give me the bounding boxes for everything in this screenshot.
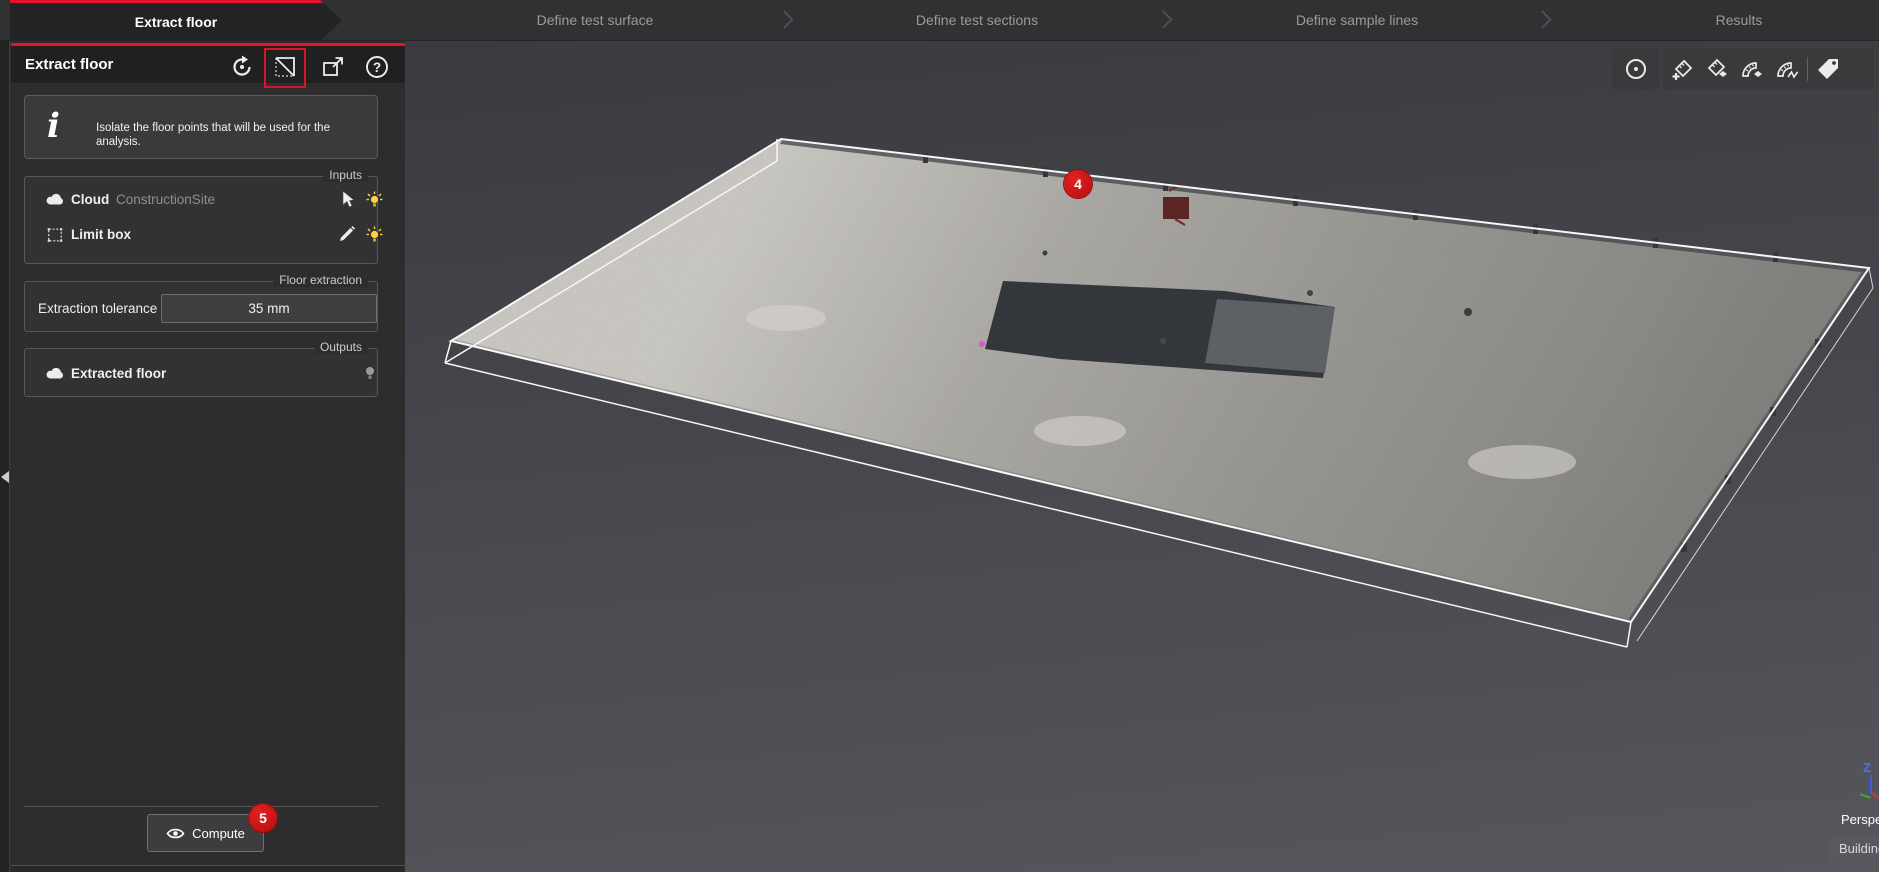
collapse-panel-icon[interactable] (1, 471, 9, 483)
tab-extract-floor[interactable]: Extract floor (10, 0, 342, 41)
cloud-icon (45, 365, 65, 381)
extracted-floor-label: Extracted floor (71, 366, 166, 381)
compute-button[interactable]: Compute (147, 814, 264, 852)
panel-header: Extract floor (11, 43, 405, 83)
site-dot (1464, 308, 1472, 316)
section-measurement-icon (1775, 56, 1801, 82)
tag-label-icon (1815, 56, 1841, 82)
floor-extraction-group: Floor extraction Extraction tolerance 35… (24, 281, 378, 332)
chevron-right-icon (1533, 10, 1551, 28)
angle-measurement-button[interactable] (1735, 48, 1770, 89)
help-icon: ? (364, 54, 390, 80)
workflow-bar: Extract floor Define test surface Define… (0, 0, 1879, 41)
tab-extract-floor-label: Extract floor (135, 14, 217, 30)
toolbar-divider (1807, 57, 1808, 81)
axis-z-line (1870, 775, 1872, 794)
chevron-right-icon (1154, 10, 1172, 28)
edit-limit-box-button[interactable] (338, 225, 356, 243)
info-text: Isolate the floor points that will be us… (96, 121, 372, 149)
extracted-floor-visibility-off-button[interactable] (361, 364, 379, 382)
tolerance-value: 35 mm (248, 301, 289, 316)
pick-cursor-button[interactable] (338, 190, 356, 208)
panel-collapse-strip[interactable] (0, 41, 10, 872)
extract-floor-panel: Extract floor (11, 41, 405, 872)
rectangular-limit-button[interactable] (269, 51, 301, 83)
limit-box-visibility-on-button[interactable] (365, 225, 383, 243)
cloud-icon (45, 191, 65, 207)
pencil-icon (338, 225, 356, 243)
bulb-on-icon (366, 226, 383, 243)
toolbar-target-segment (1612, 48, 1659, 89)
step-badge-5: 5 (249, 804, 277, 832)
divider (24, 806, 378, 807)
site-dot (1307, 290, 1313, 296)
floor-patch (1468, 445, 1576, 479)
floor-extraction-legend: Floor extraction (273, 273, 368, 287)
tolerance-label: Extraction tolerance (38, 301, 157, 316)
angle-measurement-icon (1740, 56, 1766, 82)
axis-z-label: Z (1863, 760, 1871, 775)
limit-box-icon (45, 227, 65, 243)
application-window: Extract floor Define test surface Define… (0, 0, 1879, 872)
remove-measurement-button[interactable] (1700, 48, 1735, 89)
help-button[interactable]: ? (361, 51, 393, 83)
info-box: i Isolate the floor points that will be … (24, 95, 378, 159)
tab-define-sample-lines[interactable]: Define sample lines (1296, 0, 1418, 41)
reset-view-icon (229, 54, 255, 80)
tab-define-test-surface[interactable]: Define test surface (537, 0, 654, 41)
tag-label-button[interactable] (1810, 48, 1845, 89)
view-mode-label: Perspective (1841, 812, 1879, 827)
cloud-selector-label: Building (1839, 841, 1879, 856)
limit-box-row-label: Limit box (71, 227, 131, 242)
toolbar-measure-segment (1663, 48, 1874, 89)
target-point-button[interactable] (1618, 48, 1653, 89)
bulb-on-icon (366, 191, 383, 208)
cloud-row-label: Cloud (71, 192, 109, 207)
panel-body: i Isolate the floor points that will be … (11, 83, 405, 872)
panel-footer: Next (11, 866, 405, 872)
target-point-icon (1623, 56, 1649, 82)
rectangular-limit-icon (272, 54, 298, 80)
cloud-visibility-on-button[interactable] (365, 190, 383, 208)
tab-results[interactable]: Results (1716, 0, 1763, 41)
panel-title: Extract floor (25, 56, 113, 73)
cursor-icon (339, 190, 355, 208)
point-cloud-scene[interactable] (405, 41, 1879, 872)
open-in-window-icon (320, 54, 346, 80)
tolerance-field[interactable]: 35 mm (161, 294, 377, 323)
floor-patch (1034, 416, 1126, 446)
add-measurement-button[interactable] (1665, 48, 1700, 89)
eye-icon (166, 827, 185, 840)
outputs-legend: Outputs (314, 340, 368, 354)
inputs-group: Inputs Cloud ConstructionSite (24, 176, 378, 264)
step-badge-4: 4 (1064, 170, 1092, 198)
floor-patch (746, 305, 826, 331)
inputs-legend: Inputs (323, 168, 368, 182)
site-object-red (1163, 197, 1189, 219)
outputs-group: Outputs Extracted floor (24, 348, 378, 397)
magenta-marker (979, 341, 985, 347)
cloud-selector-button[interactable]: Building (1829, 836, 1879, 862)
info-icon: i (47, 107, 60, 145)
compute-label: Compute (192, 826, 245, 841)
bulb-off-icon (363, 365, 377, 381)
chevron-right-icon (775, 10, 793, 28)
viewport-3d[interactable]: 4 (405, 41, 1879, 872)
site-dot (1160, 338, 1166, 344)
tab-define-test-sections[interactable]: Define test sections (916, 0, 1038, 41)
site-dot (1043, 251, 1048, 256)
svg-text:?: ? (373, 60, 381, 75)
cloud-row-value: ConstructionSite (116, 192, 215, 207)
structure-gray (1205, 299, 1335, 373)
open-in-window-button[interactable] (317, 51, 349, 83)
section-measurement-button[interactable] (1770, 48, 1805, 89)
add-measurement-icon (1670, 56, 1696, 82)
remove-measurement-icon (1705, 56, 1731, 82)
reset-view-button[interactable] (226, 51, 258, 83)
